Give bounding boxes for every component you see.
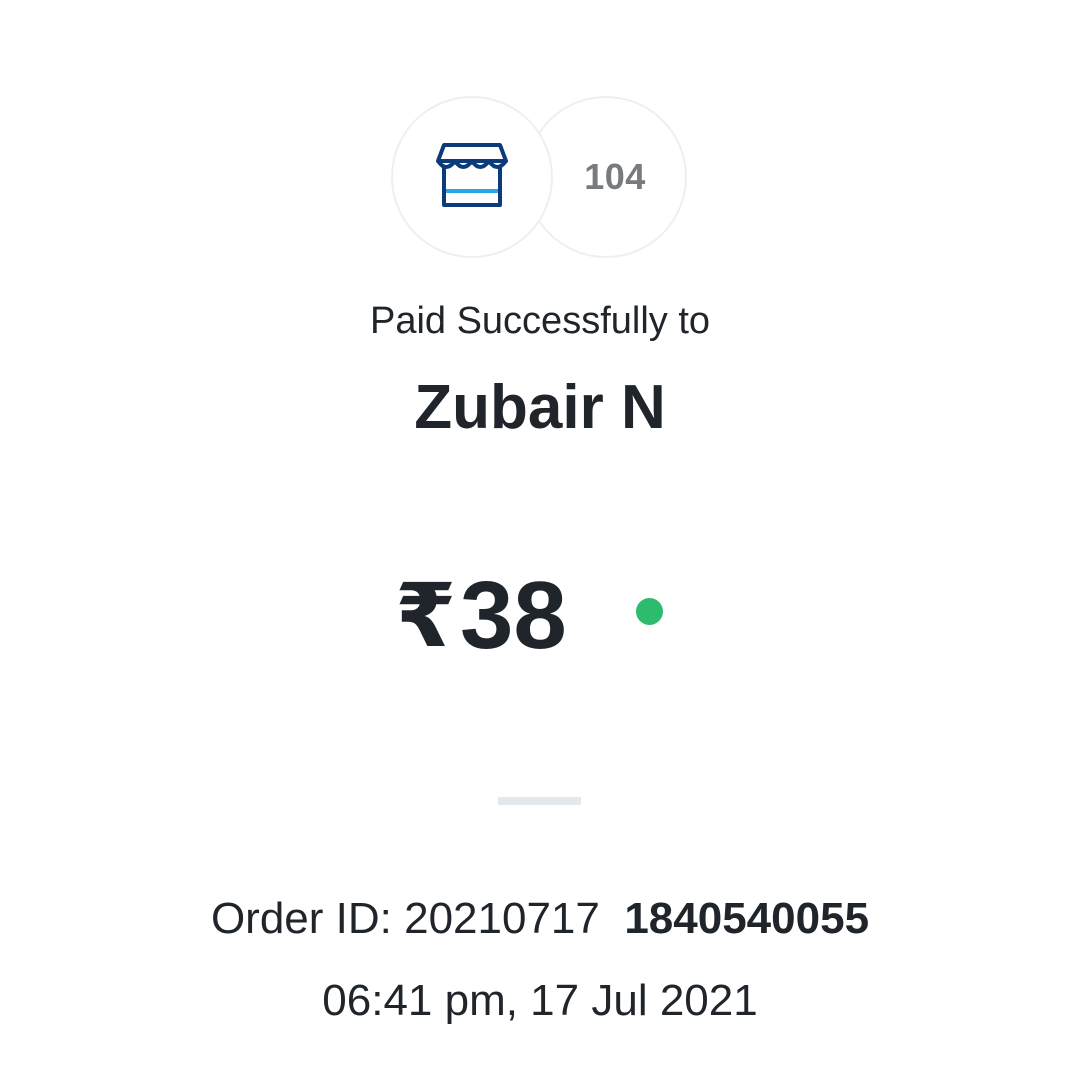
count-badge: 104 — [584, 156, 646, 197]
paid-successfully-label: Paid Successfully to — [369, 300, 711, 342]
store-icon — [436, 141, 508, 214]
amount-value: 38 — [460, 562, 567, 669]
divider-bar — [498, 797, 581, 805]
rupee-icon: ₹ — [395, 566, 457, 665]
order-id-line: Order ID: 20210717 1840540055 — [0, 894, 1080, 944]
payee-name: Zubair N — [414, 373, 666, 442]
success-status-dot — [636, 598, 663, 625]
merchant-avatar — [391, 96, 553, 258]
order-id-suffix: 1840540055 — [624, 894, 870, 943]
order-id-prefix: Order ID: 20210717 — [210, 894, 600, 943]
amount-row: ₹ 38 — [0, 566, 1080, 666]
payee-avatars: 104 — [391, 96, 689, 262]
transaction-timestamp: 06:41 pm, 17 Jul 2021 — [322, 976, 758, 1025]
